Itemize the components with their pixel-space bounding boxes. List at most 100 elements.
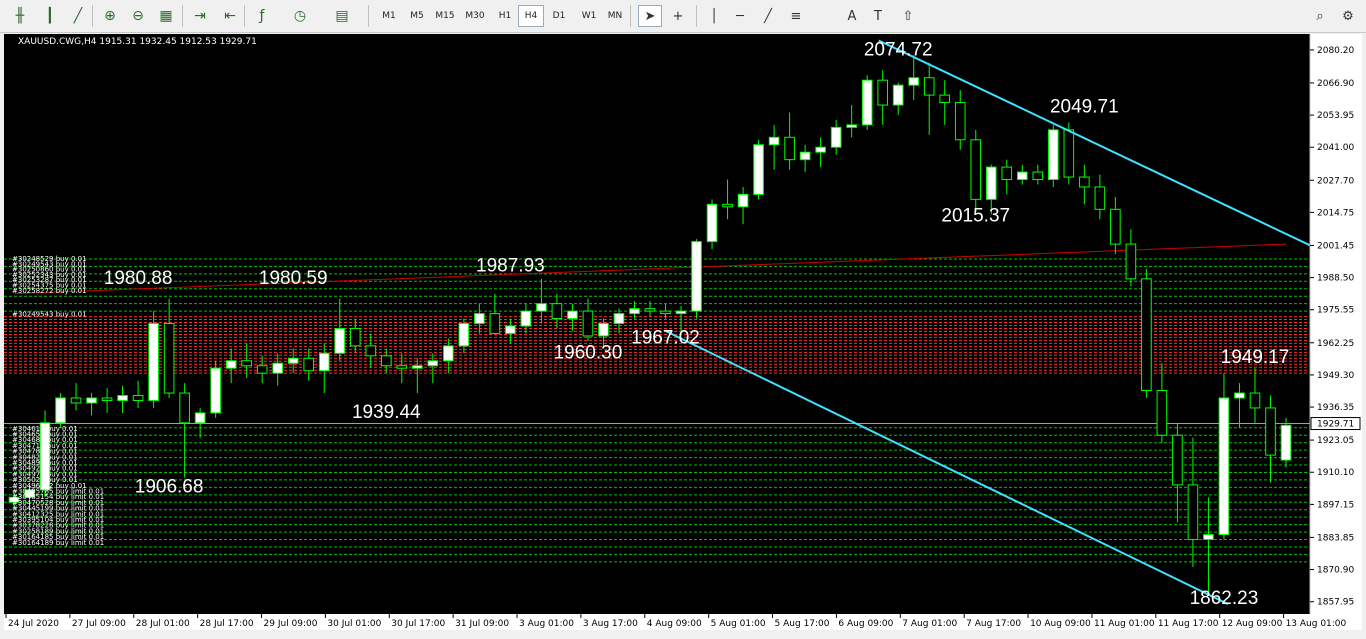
- autoscroll-button[interactable]: ⇥: [188, 5, 212, 27]
- candle: [148, 311, 159, 408]
- candle-body-bear: [1249, 392, 1261, 409]
- bar-chart-button[interactable]: ╫: [8, 5, 32, 27]
- candle-body-bull: [117, 395, 128, 401]
- candle-body-bear: [489, 313, 501, 334]
- candle-body-bull: [55, 397, 66, 424]
- toolbar-separator: [630, 5, 631, 27]
- candle: [954, 90, 966, 150]
- candle: [923, 62, 935, 135]
- text-button[interactable]: A: [840, 5, 864, 27]
- candle-body-bull: [598, 323, 609, 337]
- vertical-line-button[interactable]: │: [702, 5, 726, 27]
- current-price-label: 1929.71: [1317, 420, 1354, 430]
- horizontal-line-icon: ─: [736, 8, 744, 24]
- candle: [877, 70, 888, 125]
- fibonacci-icon: ≡: [790, 8, 802, 24]
- timeframe-m1[interactable]: M1: [376, 5, 402, 27]
- x-tick-label: 3 Aug 01:00: [519, 619, 574, 629]
- periods-button[interactable]: ◷: [288, 5, 312, 27]
- zoom-out-button[interactable]: ⊖: [126, 5, 150, 27]
- crosshair-button[interactable]: +: [666, 5, 690, 27]
- label-icon: T: [874, 8, 882, 24]
- timeframe-m5[interactable]: M5: [404, 5, 430, 27]
- x-tick-label: 5 Aug 01:00: [711, 619, 766, 629]
- candle-body-bull: [1016, 171, 1028, 181]
- candle: [458, 318, 470, 354]
- candle: [163, 298, 175, 398]
- candle: [349, 318, 361, 354]
- moving-average-line: [13, 243, 1287, 295]
- candle: [892, 82, 904, 115]
- settings-button[interactable]: ⚙: [1336, 5, 1360, 27]
- candle: [55, 393, 66, 428]
- candle-body-bull: [86, 397, 97, 404]
- tile-windows-button[interactable]: ▦: [154, 5, 178, 27]
- fibonacci-button[interactable]: ≡: [784, 5, 808, 27]
- x-tick-label: 7 Aug 17:00: [966, 619, 1021, 629]
- y-tick-label: 1923.05: [1317, 436, 1354, 446]
- trendline-button[interactable]: ╱: [756, 5, 780, 27]
- x-tick-label: 31 Jul 09:00: [455, 619, 509, 629]
- candle: [1234, 383, 1245, 428]
- candle: [784, 112, 795, 170]
- x-tick-label: 11 Aug 17:00: [1158, 619, 1219, 629]
- candle: [365, 333, 377, 369]
- templates-button[interactable]: ▤: [330, 5, 354, 27]
- candle: [799, 144, 811, 173]
- candle-body-bear: [365, 345, 377, 357]
- timeframe-h4[interactable]: H4: [518, 5, 544, 27]
- price-annotation: 1862.23: [1190, 588, 1259, 609]
- price-chart[interactable]: 2074.72 2049.71 2015.37 1980.88 1980.59 1987.…: [4, 34, 1362, 630]
- search-button[interactable]: ⌕: [1308, 5, 1332, 27]
- timeframe-m30[interactable]: M30: [462, 5, 488, 27]
- candle-body-bull: [1280, 424, 1292, 461]
- x-tick-label: 30 Jul 17:00: [391, 619, 445, 629]
- candle-body-bear: [722, 203, 733, 208]
- x-tick-label: 6 Aug 09:00: [838, 619, 893, 629]
- arrows-button[interactable]: ⇧: [896, 5, 920, 27]
- candle-body-bull: [1218, 397, 1230, 536]
- zoom-in-button[interactable]: ⊕: [98, 5, 122, 27]
- candle-body-bull: [830, 126, 842, 148]
- timeframe-m15[interactable]: M15: [432, 5, 458, 27]
- y-tick-label: 1988.50: [1317, 274, 1354, 284]
- timeframe-d1[interactable]: D1: [546, 5, 572, 27]
- candle: [194, 407, 206, 438]
- price-annotation: 1949.17: [1221, 347, 1290, 368]
- price-annotation: 1960.30: [554, 342, 623, 363]
- candle-body-bear: [380, 355, 392, 367]
- chart-window[interactable]: 2074.72 2049.71 2015.37 1980.88 1980.59 1987.…: [4, 34, 1362, 630]
- candle: [768, 124, 780, 170]
- candle: [1280, 417, 1292, 468]
- toolbar-separator: [182, 5, 183, 27]
- candle: [908, 55, 920, 101]
- candle: [1094, 174, 1106, 220]
- y-tick-label: 2066.90: [1317, 79, 1354, 89]
- y-tick-label: 2080.20: [1317, 46, 1354, 56]
- timeframe-mn[interactable]: MN: [602, 5, 628, 27]
- candle-body-bull: [768, 136, 780, 146]
- candle-body-bear: [644, 308, 656, 312]
- timeframe-h1[interactable]: H1: [492, 5, 518, 27]
- candle-body-bear: [1032, 171, 1044, 181]
- candle: [334, 298, 346, 361]
- indicators-button[interactable]: ƒ: [250, 5, 274, 27]
- y-tick-label: 2027.70: [1317, 176, 1354, 186]
- timeframe-w1[interactable]: W1: [576, 5, 602, 27]
- y-tick-label: 1949.30: [1317, 371, 1354, 381]
- label-button[interactable]: T: [866, 5, 890, 27]
- candle-body-bear: [1187, 484, 1199, 541]
- search-icon: ⌕: [1316, 8, 1324, 24]
- chart-shift-button[interactable]: ⇤: [218, 5, 242, 27]
- candle: [939, 80, 951, 125]
- candle-body-bull: [287, 357, 299, 364]
- line-chart-button[interactable]: ╱: [66, 5, 90, 27]
- candle-chart-button[interactable]: ┃: [38, 5, 62, 27]
- order-label: #30249543 buy 0.01: [12, 311, 87, 319]
- y-tick-label: 1897.15: [1317, 500, 1354, 510]
- cursor-button[interactable]: ➤: [638, 5, 662, 27]
- horizontal-line-button[interactable]: ─: [728, 5, 752, 27]
- templates-icon: ▤: [335, 8, 349, 24]
- candle-body-bear: [784, 136, 795, 161]
- candle-body-bear: [582, 310, 594, 337]
